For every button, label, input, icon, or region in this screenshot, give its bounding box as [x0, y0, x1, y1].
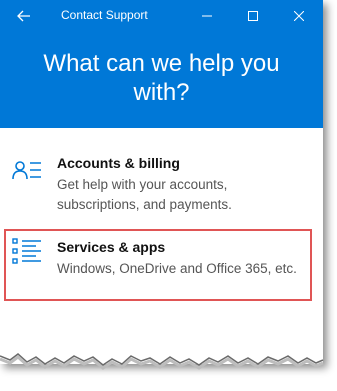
- account-list-icon: [12, 161, 41, 180]
- close-button[interactable]: [277, 0, 321, 31]
- option-description: Get help with your accounts, subscriptio…: [57, 177, 232, 212]
- option-accounts-billing[interactable]: Accounts & billing Get help with your ac…: [4, 150, 312, 220]
- hero-heading: What can we help you with?: [43, 49, 280, 106]
- option-title: Services & apps: [57, 239, 166, 255]
- torn-edge: [0, 330, 324, 370]
- window-title: Contact Support: [61, 8, 148, 22]
- minimize-button[interactable]: [185, 0, 229, 31]
- contact-support-window: Contact Support What can we help you wit…: [0, 0, 323, 364]
- close-icon: [294, 10, 304, 21]
- arrow-left-icon: [17, 10, 30, 21]
- back-button[interactable]: [4, 0, 44, 31]
- title-bar: Contact Support: [0, 0, 323, 31]
- bulleted-list-icon: [12, 238, 41, 264]
- hero-banner: What can we help you with?: [0, 31, 323, 128]
- option-services-apps[interactable]: Services & apps Windows, OneDrive and Of…: [4, 229, 312, 301]
- minimize-icon: [202, 15, 212, 16]
- maximize-icon: [248, 10, 258, 21]
- option-title: Accounts & billing: [57, 155, 180, 171]
- option-description: Windows, OneDrive and Office 365, etc.: [57, 261, 297, 276]
- maximize-button[interactable]: [231, 0, 275, 31]
